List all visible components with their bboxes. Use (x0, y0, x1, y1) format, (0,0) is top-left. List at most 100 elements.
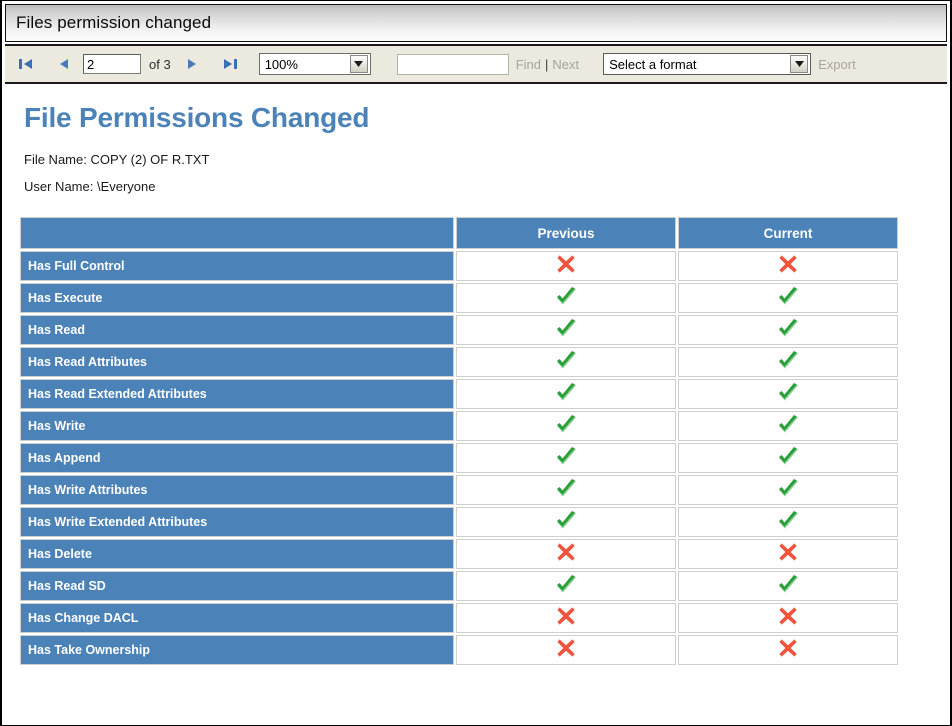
check-icon (555, 478, 577, 498)
report-viewer-window: Files permission changed 2 of 3 100% Fin… (0, 0, 952, 726)
table-row: Has Full Control (20, 251, 898, 281)
column-header-current: Current (678, 217, 898, 249)
first-page-icon (18, 57, 34, 71)
permission-name-cell: Has Full Control (20, 251, 454, 281)
window-title: Files permission changed (16, 13, 212, 32)
previous-value-cell (456, 539, 676, 569)
previous-value-cell (456, 283, 676, 313)
check-icon (777, 478, 799, 498)
current-value-cell (678, 251, 898, 281)
check-icon (555, 446, 577, 466)
last-page-icon (222, 57, 238, 71)
permission-name-cell: Has Read SD (20, 571, 454, 601)
table-header-row: Previous Current (20, 217, 898, 249)
chevron-down-icon (349, 55, 368, 73)
current-value-cell (678, 539, 898, 569)
column-header-previous: Previous (456, 217, 676, 249)
check-icon (777, 574, 799, 594)
current-value-cell (678, 475, 898, 505)
permission-name-cell: Has Read Extended Attributes (20, 379, 454, 409)
previous-value-cell (456, 443, 676, 473)
cross-icon (778, 606, 798, 626)
current-value-cell (678, 379, 898, 409)
check-icon (555, 318, 577, 338)
current-value-cell (678, 635, 898, 665)
current-value-cell (678, 411, 898, 441)
table-row: Has Read SD (20, 571, 898, 601)
next-page-button[interactable] (179, 52, 205, 76)
cross-icon (556, 606, 576, 626)
first-page-button[interactable] (13, 52, 39, 76)
previous-value-cell (456, 315, 676, 345)
previous-value-cell (456, 603, 676, 633)
check-icon (555, 286, 577, 306)
zoom-select[interactable]: 100% (258, 53, 371, 75)
current-value-cell (678, 603, 898, 633)
current-value-cell (678, 347, 898, 377)
cross-icon (778, 542, 798, 562)
table-row: Has Read (20, 315, 898, 345)
current-value-cell (678, 443, 898, 473)
cross-icon (778, 638, 798, 658)
previous-page-icon (57, 57, 71, 71)
table-row: Has Write (20, 411, 898, 441)
last-page-button[interactable] (217, 52, 243, 76)
check-icon (777, 446, 799, 466)
table-row: Has Append (20, 443, 898, 473)
page-title: File Permissions Changed (24, 102, 370, 133)
permission-name-cell: Has Take Ownership (20, 635, 454, 665)
current-value-cell (678, 315, 898, 345)
previous-page-button[interactable] (51, 52, 77, 76)
cross-icon (556, 638, 576, 658)
previous-value-cell (456, 411, 676, 441)
cross-icon (556, 542, 576, 562)
previous-value-cell (456, 475, 676, 505)
find-button[interactable]: Find (516, 57, 541, 72)
table-row: Has Read Attributes (20, 347, 898, 377)
permission-name-cell: Has Write (20, 411, 454, 441)
previous-value-cell (456, 379, 676, 409)
next-page-icon (185, 57, 199, 71)
table-row: Has Delete (20, 539, 898, 569)
table-row: Has Take Ownership (20, 635, 898, 665)
page-number-input[interactable] (83, 54, 141, 74)
previous-value-cell (456, 251, 676, 281)
current-value-cell (678, 507, 898, 537)
check-icon (555, 510, 577, 530)
page-count-label: of 3 (149, 56, 171, 72)
check-icon (555, 382, 577, 402)
permission-name-cell: Has Append (20, 443, 454, 473)
check-icon (555, 350, 577, 370)
previous-value-cell (456, 347, 676, 377)
permissions-table-body: Has Full Control Has Execute Has Read Has R… (20, 251, 898, 665)
find-next-button[interactable]: Next (552, 57, 579, 72)
current-value-cell (678, 283, 898, 313)
cross-icon (556, 254, 576, 274)
previous-value-cell (456, 635, 676, 665)
permission-name-cell: Has Change DACL (20, 603, 454, 633)
window-titlebar: Files permission changed (5, 4, 947, 42)
check-icon (777, 350, 799, 370)
permissions-table-head: Previous Current (20, 217, 898, 249)
file-name-field: File Name: COPY (2) OF R.TXT (24, 152, 210, 167)
export-button[interactable]: Export (818, 57, 856, 72)
check-icon (777, 382, 799, 402)
table-row: Has Change DACL (20, 603, 898, 633)
pagination-controls: of 3 (13, 52, 243, 76)
find-input[interactable] (396, 53, 509, 75)
permission-name-cell: Has Write Attributes (20, 475, 454, 505)
report-content: File Permissions Changed File Name: COPY… (2, 84, 950, 667)
column-header-permission (20, 217, 454, 249)
check-icon (777, 318, 799, 338)
export-format-select[interactable]: Select a format (603, 53, 812, 75)
permission-name-cell: Has Execute (20, 283, 454, 313)
previous-value-cell (456, 507, 676, 537)
permission-name-cell: Has Read Attributes (20, 347, 454, 377)
previous-value-cell (456, 571, 676, 601)
report-toolbar: of 3 100% (5, 44, 947, 84)
table-row: Has Write Attributes (20, 475, 898, 505)
export-format-value: Select a format (609, 56, 697, 72)
check-icon (777, 510, 799, 530)
user-name-field: User Name: \Everyone (24, 179, 156, 194)
table-row: Has Write Extended Attributes (20, 507, 898, 537)
